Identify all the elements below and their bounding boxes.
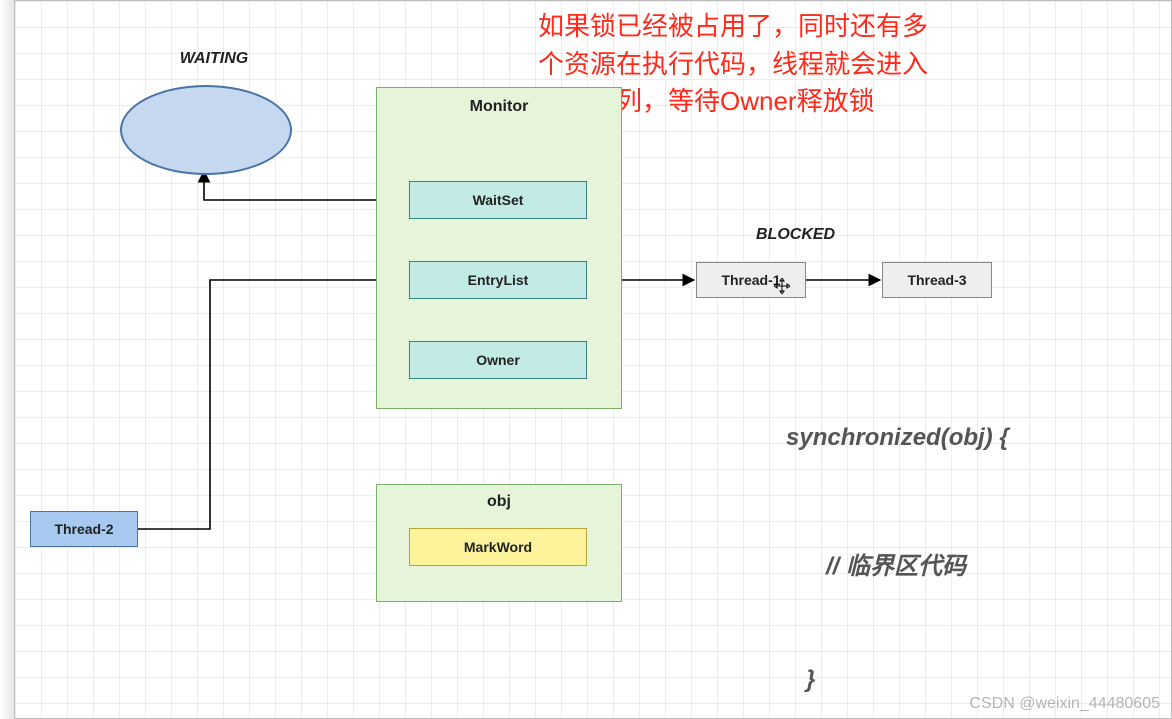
watermark: CSDN @weixin_44480605 [969, 695, 1160, 713]
blocked-label: BLOCKED [756, 226, 835, 244]
obj-title: obj [377, 493, 621, 511]
thread-2-box: Thread-2 [30, 511, 138, 547]
move-cursor-icon [774, 278, 790, 294]
code-line-2: // 临界区代码 [826, 546, 966, 581]
waiting-ellipse [120, 85, 292, 175]
annotation-text: 如果锁已经被占用了，同时还有多 个资源在执行代码，线程就会进入 阻塞队列，等待O… [538, 8, 1158, 121]
markword-box: MarkWord [409, 528, 587, 566]
code-line-3: } [806, 666, 815, 694]
entrylist-box: EntryList [409, 261, 587, 299]
thread-3-box: Thread-3 [882, 262, 992, 298]
annotation-line-1: 如果锁已经被占用了，同时还有多 [538, 11, 928, 41]
waitset-box: WaitSet [409, 181, 587, 219]
monitor-title: Monitor [377, 98, 621, 116]
annotation-line-2: 个资源在执行代码，线程就会进入 [538, 49, 928, 79]
code-line-1: synchronized(obj) { [786, 424, 1009, 452]
owner-box: Owner [409, 341, 587, 379]
left-ruler [0, 0, 15, 719]
waiting-label: WAITING [144, 50, 284, 68]
